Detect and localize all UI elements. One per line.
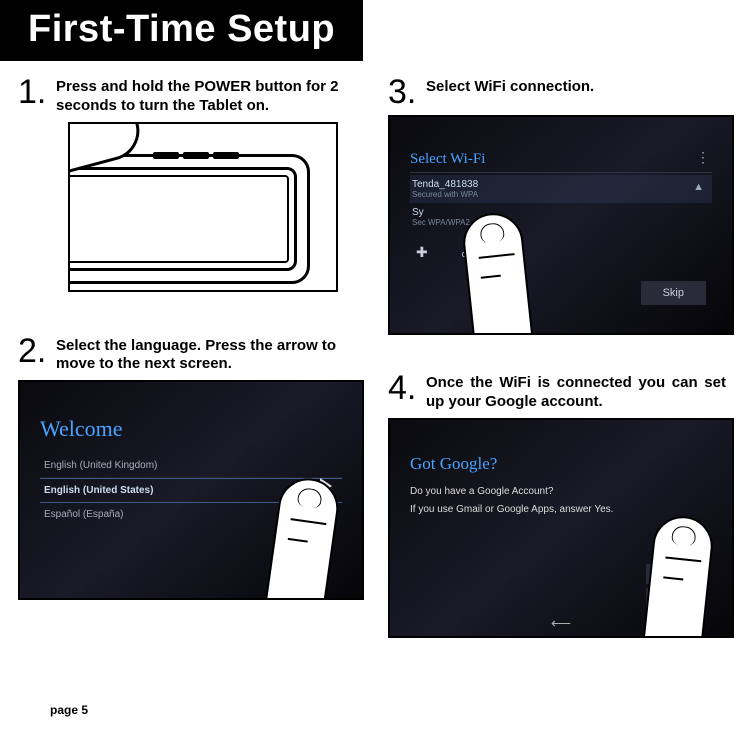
step-number: 1. [18, 75, 48, 109]
screenshot-google: Got Google? Do you have a Google Account… [388, 418, 734, 638]
step-2: 2. Select the language. Press the arrow … [18, 334, 364, 601]
page-title: First-Time Setup [0, 0, 363, 61]
wifi-network-row: Tenda_481838 Secured with WPA ▲ [410, 175, 712, 203]
language-option: English (United Kingdom) [40, 454, 342, 478]
screen-title: Got Google? [410, 454, 712, 474]
step-1: 1. Press and hold the POWER button for 2… [18, 75, 364, 292]
step-text: Select WiFi connection. [426, 75, 594, 97]
step-text: Press and hold the POWER button for 2 se… [56, 75, 364, 116]
step-number: 2. [18, 334, 48, 368]
screen-text: Do you have a Google Account? [410, 484, 712, 499]
screenshot-language: Welcome English (United Kingdom) English… [18, 380, 364, 600]
right-column: 3. Select WiFi connection. Select Wi-Fi … [388, 75, 734, 656]
step-text: Once the WiFi is connected you can set u… [426, 371, 726, 412]
skip-button: Skip [641, 281, 706, 305]
step-number: 4. [388, 371, 418, 405]
wifi-security: Sec WPA/WPA2 [412, 218, 710, 227]
wifi-security: Secured with WPA [412, 190, 710, 199]
step-4: 4. Once the WiFi is connected you can se… [388, 371, 734, 638]
wifi-name: Tenda_481838 [412, 179, 478, 190]
screen-text: If you use Gmail or Google Apps, answer … [410, 502, 712, 517]
step-text: Select the language. Press the arrow to … [56, 334, 364, 375]
screen-title: Welcome [40, 416, 342, 442]
wifi-network-row: Sy Sec WPA/WPA2 [410, 203, 712, 231]
back-icon: ⟵ [551, 615, 571, 632]
wifi-signal-icon: ▲ [693, 181, 704, 193]
step-3: 3. Select WiFi connection. Select Wi-Fi … [388, 75, 734, 335]
content-area: 1. Press and hold the POWER button for 2… [0, 61, 750, 656]
screen-title: Select Wi-Fi [410, 151, 712, 173]
left-column: 1. Press and hold the POWER button for 2… [18, 75, 364, 656]
page-footer: page 5 [50, 703, 88, 717]
wifi-name: Sy [412, 207, 424, 218]
step-number: 3. [388, 75, 418, 109]
screenshot-wifi: Select Wi-Fi ⋮ Tenda_481838 Secured with… [388, 115, 734, 335]
menu-dots-icon: ⋮ [696, 149, 708, 166]
illustration-power-button [68, 122, 338, 292]
